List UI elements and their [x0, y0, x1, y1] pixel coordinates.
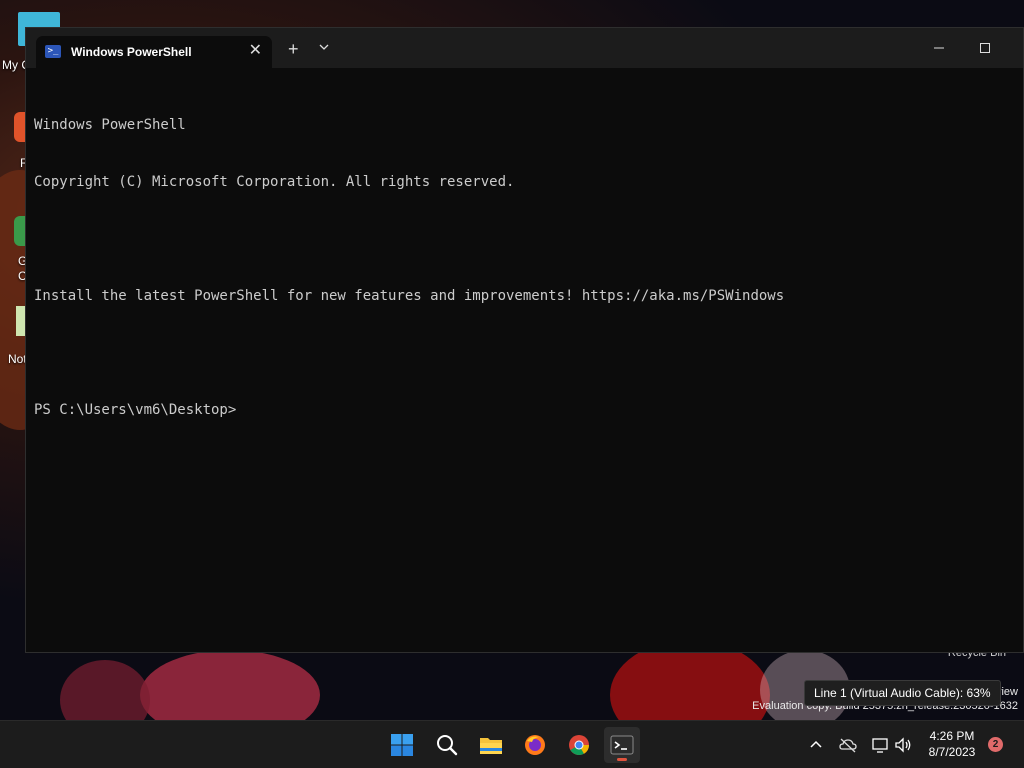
notification-badge[interactable]: 2 [988, 737, 1003, 752]
tab-title: Windows PowerShell [71, 45, 192, 59]
new-tab-button[interactable]: + [288, 40, 299, 58]
file-explorer-icon [480, 738, 502, 754]
clock-date: 8/7/2023 [928, 745, 976, 759]
search-icon [437, 735, 458, 756]
clock[interactable]: 4:26 PM 8/7/2023 [912, 728, 992, 760]
start-icon [391, 734, 413, 756]
chevron-down-icon[interactable] [319, 42, 329, 52]
network-icon[interactable] [870, 735, 890, 755]
active-app-indicator [617, 758, 627, 761]
console-line: Install the latest PowerShell for new fe… [34, 288, 785, 304]
clock-time: 4:26 PM [929, 729, 975, 743]
terminal-window: >_ Windows PowerShell ✕ + Windows PowerS… [25, 27, 1024, 653]
onedrive-offline-icon[interactable] [838, 735, 858, 755]
powershell-icon: >_ [45, 45, 61, 58]
terminal-icon [610, 735, 634, 755]
chevron-up-icon[interactable] [806, 735, 826, 755]
console-prompt[interactable]: PS C:\Users\vm6\Desktop> [34, 401, 1015, 420]
title-bar[interactable]: >_ Windows PowerShell ✕ + [26, 28, 1023, 68]
console-output[interactable]: Windows PowerShell Copyright (C) Microso… [34, 78, 1015, 644]
firefox-button[interactable] [517, 727, 553, 763]
console-line: Windows PowerShell [34, 117, 186, 133]
minimize-icon[interactable] [929, 38, 949, 58]
terminal-button[interactable] [604, 727, 640, 763]
wallpaper-shape [60, 660, 150, 720]
file-explorer-button[interactable] [473, 727, 509, 763]
search-button[interactable] [429, 727, 465, 763]
volume-icon[interactable] [893, 735, 913, 755]
tab-windows-powershell[interactable]: >_ Windows PowerShell ✕ [36, 36, 272, 68]
volume-tooltip: Line 1 (Virtual Audio Cable): 63% [804, 680, 1001, 706]
wallpaper-shape [140, 650, 320, 720]
chrome-button[interactable] [561, 727, 597, 763]
taskbar: 4:26 PM 8/7/2023 2 [0, 720, 1024, 768]
chrome-icon [569, 735, 590, 756]
console-line: Copyright (C) Microsoft Corporation. All… [34, 174, 515, 190]
start-button[interactable] [384, 727, 420, 763]
maximize-icon[interactable] [975, 38, 995, 58]
tab-close-icon[interactable]: ✕ [249, 42, 262, 60]
desktop-icon-label: Not [8, 352, 27, 366]
firefox-icon [525, 735, 545, 755]
